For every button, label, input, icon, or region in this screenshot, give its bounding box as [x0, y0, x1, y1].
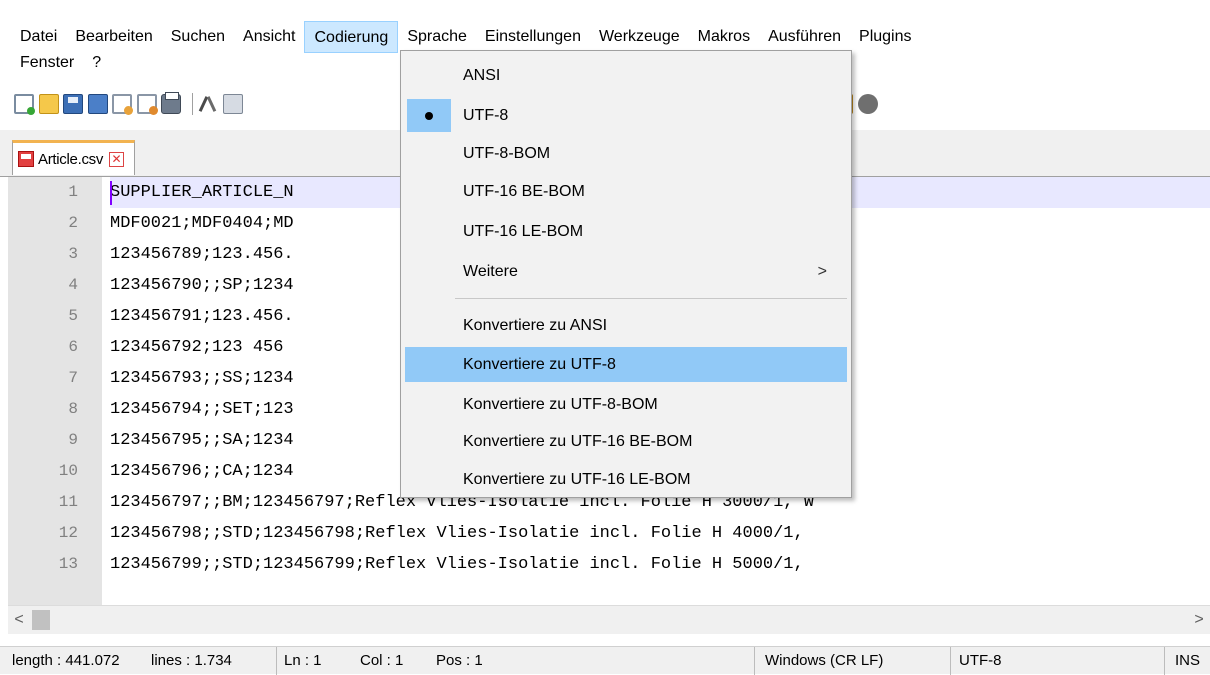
menu-item-convert-utf8[interactable]: Konvertiere zu UTF-8 [405, 347, 847, 382]
menu-item-utf16-be-bom[interactable]: UTF-16 BE-BOM [405, 175, 847, 208]
menu-makros[interactable]: Makros [689, 21, 759, 53]
menu-item-utf8-bom[interactable]: UTF-8-BOM [405, 137, 847, 170]
status-encoding[interactable]: UTF-8 [950, 647, 1002, 675]
line-number: 12 [58, 524, 78, 542]
toolbar-separator [191, 93, 193, 115]
menu-sprache[interactable]: Sprache [398, 21, 476, 53]
macro-record-icon[interactable] [857, 94, 878, 114]
menu-item-convert-utf8-bom[interactable]: Konvertiere zu UTF-8-BOM [405, 388, 847, 421]
line-number: 9 [68, 431, 78, 449]
new-file-icon[interactable] [14, 94, 35, 115]
scroll-left-icon[interactable]: < [8, 606, 30, 634]
print-icon[interactable] [161, 92, 181, 114]
menu-fenster[interactable]: Fenster [0, 47, 83, 79]
menu-item-utf16-le-bom[interactable]: UTF-16 LE-BOM [405, 215, 847, 248]
save-icon[interactable] [63, 94, 83, 114]
scrollbar-thumb[interactable] [32, 610, 50, 630]
copy-icon[interactable] [223, 94, 243, 114]
menu-suchen[interactable]: Suchen [162, 21, 234, 53]
menu-item-weitere[interactable]: Weitere > [405, 255, 847, 288]
status-eol[interactable]: Windows (CR LF) [754, 647, 883, 675]
menu-item-convert-utf16-be-bom[interactable]: Konvertiere zu UTF-16 BE-BOM [405, 425, 847, 458]
line-number: 3 [68, 245, 78, 263]
line-number: 8 [68, 400, 78, 418]
menu-separator [455, 298, 847, 299]
status-lines: lines : 1.734 [151, 652, 232, 669]
horizontal-scrollbar[interactable]: < > [8, 605, 1210, 634]
status-bar: length : 441.072 lines : 1.734 Ln : 1 Co… [0, 646, 1210, 675]
menu-plugins[interactable]: Plugins [850, 21, 920, 53]
code-line[interactable]: 123456799;;STD;123456799;Reflex Vlies-Is… [110, 549, 1210, 580]
line-number: 7 [68, 369, 78, 387]
line-number: 1 [68, 183, 78, 201]
status-insert-mode[interactable]: INS [1164, 647, 1200, 675]
line-number: 11 [58, 493, 78, 511]
encoding-menu: ANSI UTF-8 UTF-8-BOM UTF-16 BE-BOM UTF-1… [400, 50, 852, 498]
submenu-arrow-icon: > [817, 263, 827, 280]
menu-werkzeuge[interactable]: Werkzeuge [590, 21, 689, 53]
line-number: 2 [68, 214, 78, 232]
status-col: Col : 1 [360, 652, 404, 669]
text-caret [110, 181, 112, 205]
line-number: 5 [68, 307, 78, 325]
menu-item-utf8[interactable]: UTF-8 [405, 99, 847, 132]
line-number-gutter: 1 2 3 4 5 6 7 8 9 10 11 12 13 [8, 177, 102, 605]
status-length: length : 441.072 [12, 652, 120, 669]
close-tab-icon[interactable]: ✕ [109, 151, 125, 167]
menu-einstellungen[interactable]: Einstellungen [476, 21, 590, 53]
line-number: 6 [68, 338, 78, 356]
status-pos: Pos : 1 [436, 652, 483, 669]
tab-label: Article.csv [38, 150, 104, 168]
line-number: 10 [58, 462, 78, 480]
save-all-icon[interactable] [87, 94, 108, 114]
menu-item-convert-utf16-le-bom[interactable]: Konvertiere zu UTF-16 LE-BOM [405, 463, 847, 496]
menu-item-ansi[interactable]: ANSI [405, 59, 847, 92]
close-all-icon[interactable] [136, 94, 158, 115]
code-line[interactable]: 123456798;;STD;123456798;Reflex Vlies-Is… [110, 518, 1210, 549]
menu-ansicht[interactable]: Ansicht [234, 21, 304, 53]
unsaved-file-icon [18, 151, 34, 167]
scroll-right-icon[interactable]: > [1188, 606, 1210, 634]
menu-item-convert-ansi[interactable]: Konvertiere zu ANSI [405, 309, 847, 342]
menu-row-primary: Datei Bearbeiten Suchen Ansicht Codierun… [0, 20, 921, 54]
close-file-icon[interactable] [112, 94, 133, 115]
open-file-icon[interactable] [38, 94, 59, 114]
tab-article-csv[interactable]: Article.csv ✕ [12, 140, 136, 175]
menu-help[interactable]: ? [83, 47, 110, 79]
menu-row-secondary: Fenster ? [0, 48, 110, 78]
cut-icon[interactable] [199, 94, 219, 114]
line-number: 4 [68, 276, 78, 294]
line-number: 13 [58, 555, 78, 573]
menu-codierung[interactable]: Codierung [304, 21, 399, 53]
status-ln: Ln : 1 [276, 647, 322, 675]
radio-check-icon [425, 112, 433, 120]
menu-ausfuehren[interactable]: Ausführen [759, 21, 850, 53]
